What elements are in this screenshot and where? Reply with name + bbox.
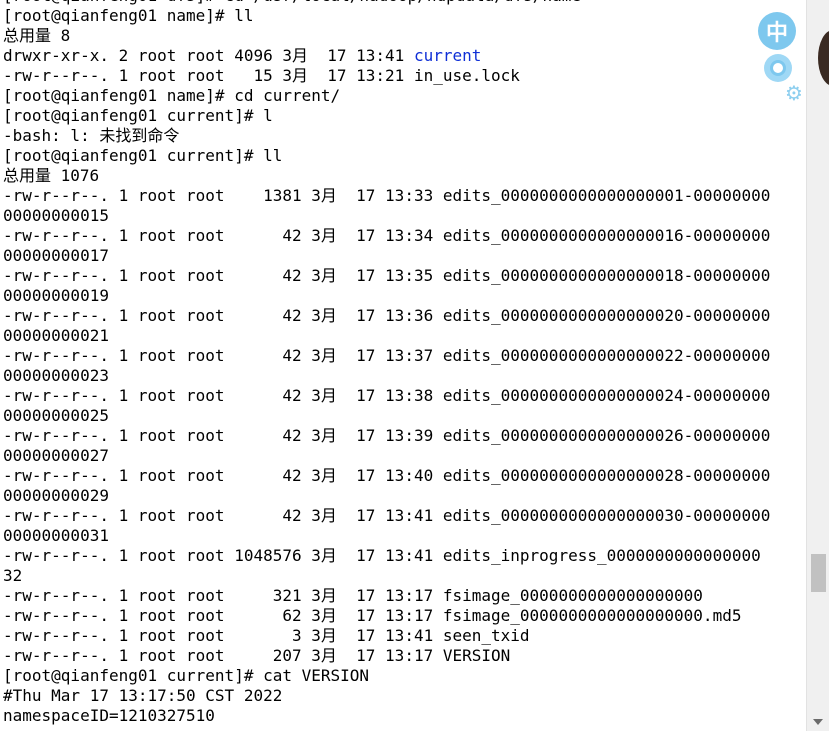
terminal-line-text: 00000000025: [3, 406, 109, 425]
terminal-line: [root@qianfeng01 current]# cat VERSION: [3, 666, 770, 686]
terminal-line: 总用量 1076: [3, 166, 770, 186]
terminal-line-text: -rw-r--r--. 1 root root 1048576 3月 17 13…: [3, 546, 761, 565]
terminal-line-text: -rw-r--r--. 1 root root 1381 3月 17 13:33…: [3, 186, 771, 205]
terminal-line-text: 00000000031: [3, 526, 109, 545]
terminal-line-text: -rw-r--r--. 1 root root 42 3月 17 13:41 e…: [3, 506, 771, 525]
terminal-line-text: [root@qianfeng01 current]# l: [3, 106, 273, 125]
terminal-line-text: [root@qianfeng01 current]# cat VERSION: [3, 666, 370, 685]
scroll-down-arrow-icon[interactable]: [813, 719, 823, 725]
terminal-line-text: -rw-r--r--. 1 root root 42 3月 17 13:37 e…: [3, 346, 771, 365]
terminal-line-text: 00000000017: [3, 246, 109, 265]
terminal-line-text: -bash: l: 未找到命令: [3, 126, 180, 145]
terminal-line: -rw-r--r--. 1 root root 321 3月 17 13:17 …: [3, 586, 770, 606]
terminal-line-text: -rw-r--r--. 1 root root 42 3月 17 13:39 e…: [3, 426, 771, 445]
scrollbar-thumb[interactable]: [811, 554, 826, 592]
terminal-line: 00000000031: [3, 526, 770, 546]
terminal-line: 00000000029: [3, 486, 770, 506]
terminal-line: -rw-r--r--. 1 root root 42 3月 17 13:41 e…: [3, 506, 770, 526]
terminal-line: -rw-r--r--. 1 root root 62 3月 17 13:17 f…: [3, 606, 770, 626]
terminal-line-text: -rw-r--r--. 1 root root 42 3月 17 13:34 e…: [3, 226, 771, 245]
vertical-scrollbar[interactable]: [806, 0, 829, 731]
terminal-line-text: -rw-r--r--. 1 root root 3 3月 17 13:41 se…: [3, 626, 530, 645]
terminal-line: -rw-r--r--. 1 root root 3 3月 17 13:41 se…: [3, 626, 770, 646]
terminal-line-text: 00000000023: [3, 366, 109, 385]
terminal-line: -rw-r--r--. 1 root root 42 3月 17 13:38 e…: [3, 386, 770, 406]
terminal-line: -rw-r--r--. 1 root root 1381 3月 17 13:33…: [3, 186, 770, 206]
terminal-line-text: [root@qianfeng01 current]# ll: [3, 146, 283, 165]
terminal-output: [root@qianfeng01 dfs]# cd /usr/local/had…: [3, 0, 770, 726]
terminal-line: [root@qianfeng01 current]# l: [3, 106, 770, 126]
terminal-line-text: 32: [3, 566, 23, 585]
terminal-line-text: 00000000029: [3, 486, 109, 505]
terminal-line-text: 总用量 1076: [3, 166, 100, 185]
terminal-line: 00000000019: [3, 286, 770, 306]
terminal-line-text: -rw-r--r--. 1 root root 15 3月 17 13:21 i…: [3, 66, 520, 85]
terminal-line-text: -rw-r--r--. 1 root root 321 3月 17 13:17 …: [3, 586, 703, 605]
terminal-line: -rw-r--r--. 1 root root 42 3月 17 13:35 e…: [3, 266, 770, 286]
terminal-line: [root@qianfeng01 name]# cd current/: [3, 86, 770, 106]
terminal-line: drwxr-xr-x. 2 root root 4096 3月 17 13:41…: [3, 46, 770, 66]
terminal-line: -rw-r--r--. 1 root root 1048576 3月 17 13…: [3, 546, 770, 566]
terminal-line-text: [root@qianfeng01 name]# cd current/: [3, 86, 341, 105]
terminal-line-text: drwxr-xr-x. 2 root root 4096 3月 17 13:41: [3, 46, 414, 65]
terminal-line-text: 00000000027: [3, 446, 109, 465]
ime-language-icon[interactable]: 中: [758, 12, 796, 50]
terminal-line: 00000000017: [3, 246, 770, 266]
terminal-line: 00000000023: [3, 366, 770, 386]
terminal-line: -rw-r--r--. 1 root root 42 3月 17 13:36 e…: [3, 306, 770, 326]
terminal-line: -rw-r--r--. 1 root root 15 3月 17 13:21 i…: [3, 66, 770, 86]
terminal-line-text: namespaceID=1210327510: [3, 706, 215, 725]
ime-toolbar[interactable]: 中 ⚙: [758, 10, 808, 110]
terminal-line-text: [root@qianfeng01 name]# ll: [3, 6, 254, 25]
terminal-line: 00000000015: [3, 206, 770, 226]
terminal-line-text: [root@qianfeng01 dfs]# cd /usr/local/had…: [3, 0, 581, 5]
ime-settings-gear-icon[interactable]: ⚙: [785, 83, 805, 103]
terminal-line-text: #Thu Mar 17 13:17:50 CST 2022: [3, 686, 283, 705]
terminal-line: -rw-r--r--. 1 root root 207 3月 17 13:17 …: [3, 646, 770, 666]
terminal-line: -rw-r--r--. 1 root root 42 3月 17 13:34 e…: [3, 226, 770, 246]
terminal-line: [root@qianfeng01 name]# ll: [3, 6, 770, 26]
terminal-line-text: -rw-r--r--. 1 root root 42 3月 17 13:35 e…: [3, 266, 771, 285]
terminal-line-text: -rw-r--r--. 1 root root 207 3月 17 13:17 …: [3, 646, 511, 665]
terminal-line-text: -rw-r--r--. 1 root root 42 3月 17 13:40 e…: [3, 466, 771, 485]
terminal-line: #Thu Mar 17 13:17:50 CST 2022: [3, 686, 770, 706]
terminal-line: -bash: l: 未找到命令: [3, 126, 770, 146]
ime-mode-icon[interactable]: [764, 54, 792, 82]
terminal-line-text: -rw-r--r--. 1 root root 42 3月 17 13:36 e…: [3, 306, 771, 325]
terminal-line: 00000000027: [3, 446, 770, 466]
terminal-line-text: 00000000015: [3, 206, 109, 225]
terminal-window[interactable]: [root@qianfeng01 dfs]# cd /usr/local/had…: [0, 0, 806, 731]
terminal-line-text: -rw-r--r--. 1 root root 42 3月 17 13:38 e…: [3, 386, 771, 405]
terminal-line: 00000000021: [3, 326, 770, 346]
terminal-line: -rw-r--r--. 1 root root 42 3月 17 13:37 e…: [3, 346, 770, 366]
terminal-line-text: 00000000021: [3, 326, 109, 345]
terminal-line: -rw-r--r--. 1 root root 42 3月 17 13:40 e…: [3, 466, 770, 486]
terminal-line: -rw-r--r--. 1 root root 42 3月 17 13:39 e…: [3, 426, 770, 446]
terminal-line: namespaceID=1210327510: [3, 706, 770, 726]
terminal-line-text: 总用量 8: [3, 26, 71, 45]
terminal-line: 32: [3, 566, 770, 586]
terminal-line: 总用量 8: [3, 26, 770, 46]
terminal-line: [root@qianfeng01 current]# ll: [3, 146, 770, 166]
directory-name: current: [413, 46, 482, 65]
terminal-line-text: 00000000019: [3, 286, 109, 305]
terminal-line: 00000000025: [3, 406, 770, 426]
terminal-line-text: -rw-r--r--. 1 root root 62 3月 17 13:17 f…: [3, 606, 742, 625]
